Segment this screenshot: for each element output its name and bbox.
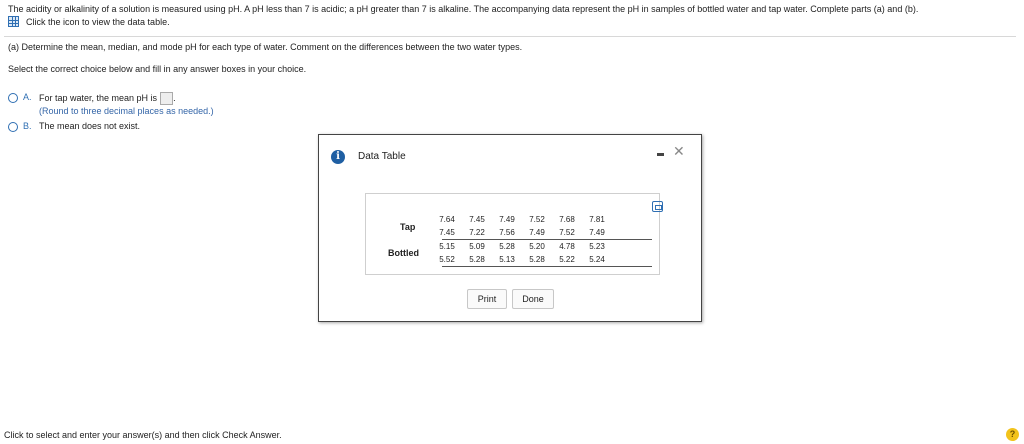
row-divider	[442, 266, 652, 267]
table-cell: 7.22	[469, 228, 485, 237]
problem-statement: The acidity or alkalinity of a solution …	[8, 4, 919, 14]
instructions: Select the correct choice below and fill…	[8, 64, 307, 74]
table-cell: 7.45	[439, 228, 455, 237]
table-cell: 5.52	[439, 255, 455, 264]
part-a-question: (a) Determine the mean, median, and mode…	[8, 42, 523, 52]
answer-box[interactable]	[160, 92, 174, 106]
table-cell: 7.68	[559, 215, 575, 224]
choice-b[interactable]: B. The mean does not exist.	[8, 121, 140, 132]
table-row: 5.15 5.09 5.28 5.20 4.78 5.23	[432, 242, 612, 251]
table-cell: 7.49	[589, 228, 605, 237]
radio-b[interactable]	[8, 122, 18, 132]
choice-a-letter: A.	[23, 92, 32, 102]
table-cell: 5.15	[439, 242, 455, 251]
table-cell: 7.64	[439, 215, 455, 224]
data-table-dialog: i Data Table ✕ Tap 7.64 7.45 7.49 7.52 7…	[318, 134, 702, 322]
table-row: 7.45 7.22 7.56 7.49 7.52 7.49	[432, 228, 612, 237]
info-icon: i	[331, 150, 345, 164]
table-cell: 5.28	[499, 242, 515, 251]
row-label-bottled: Bottled	[388, 248, 419, 258]
table-cell: 5.13	[499, 255, 515, 264]
table-cell: 5.24	[589, 255, 605, 264]
minimize-button[interactable]	[657, 153, 664, 156]
print-button[interactable]: Print	[467, 289, 507, 309]
table-row: 7.64 7.45 7.49 7.52 7.68 7.81	[432, 215, 612, 224]
table-cell: 7.52	[529, 215, 545, 224]
footer-instruction: Click to select and enter your answer(s)…	[4, 430, 282, 440]
table-cell: 5.23	[589, 242, 605, 251]
table-cell: 7.49	[499, 215, 515, 224]
help-icon[interactable]: ?	[1006, 428, 1019, 441]
divider	[4, 36, 1016, 37]
radio-a[interactable]	[8, 93, 18, 103]
round-hint: (Round to three decimal places as needed…	[39, 106, 214, 117]
table-cell: 7.49	[529, 228, 545, 237]
dialog-title: Data Table	[358, 151, 406, 162]
row-divider	[442, 239, 652, 240]
choice-a-text: For tap water, the mean pH is	[39, 93, 158, 103]
data-table: Tap 7.64 7.45 7.49 7.52 7.68 7.81 7.45 7…	[365, 193, 663, 275]
choice-a[interactable]: A. For tap water, the mean pH is. (Round…	[8, 92, 214, 117]
data-table-link-text[interactable]: Click the icon to view the data table.	[26, 17, 170, 27]
close-icon[interactable]: ✕	[673, 143, 685, 160]
table-cell: 5.22	[559, 255, 575, 264]
table-cell: 7.45	[469, 215, 485, 224]
table-cell: 7.56	[499, 228, 515, 237]
data-table-link[interactable]: Click the icon to view the data table.	[8, 16, 170, 27]
table-row: 5.52 5.28 5.13 5.28 5.22 5.24	[432, 255, 612, 264]
table-cell: 5.28	[529, 255, 545, 264]
table-cell: 7.81	[589, 215, 605, 224]
table-cell: 7.52	[559, 228, 575, 237]
done-button[interactable]: Done	[512, 289, 554, 309]
table-cell: 5.28	[469, 255, 485, 264]
table-grid-icon[interactable]	[8, 16, 19, 27]
choice-b-letter: B.	[23, 121, 32, 131]
table-cell: 4.78	[559, 242, 575, 251]
table-cell: 5.20	[529, 242, 545, 251]
row-label-tap: Tap	[400, 222, 416, 232]
copy-icon[interactable]	[652, 201, 663, 212]
choice-b-text: The mean does not exist.	[39, 121, 141, 131]
table-cell: 5.09	[469, 242, 485, 251]
